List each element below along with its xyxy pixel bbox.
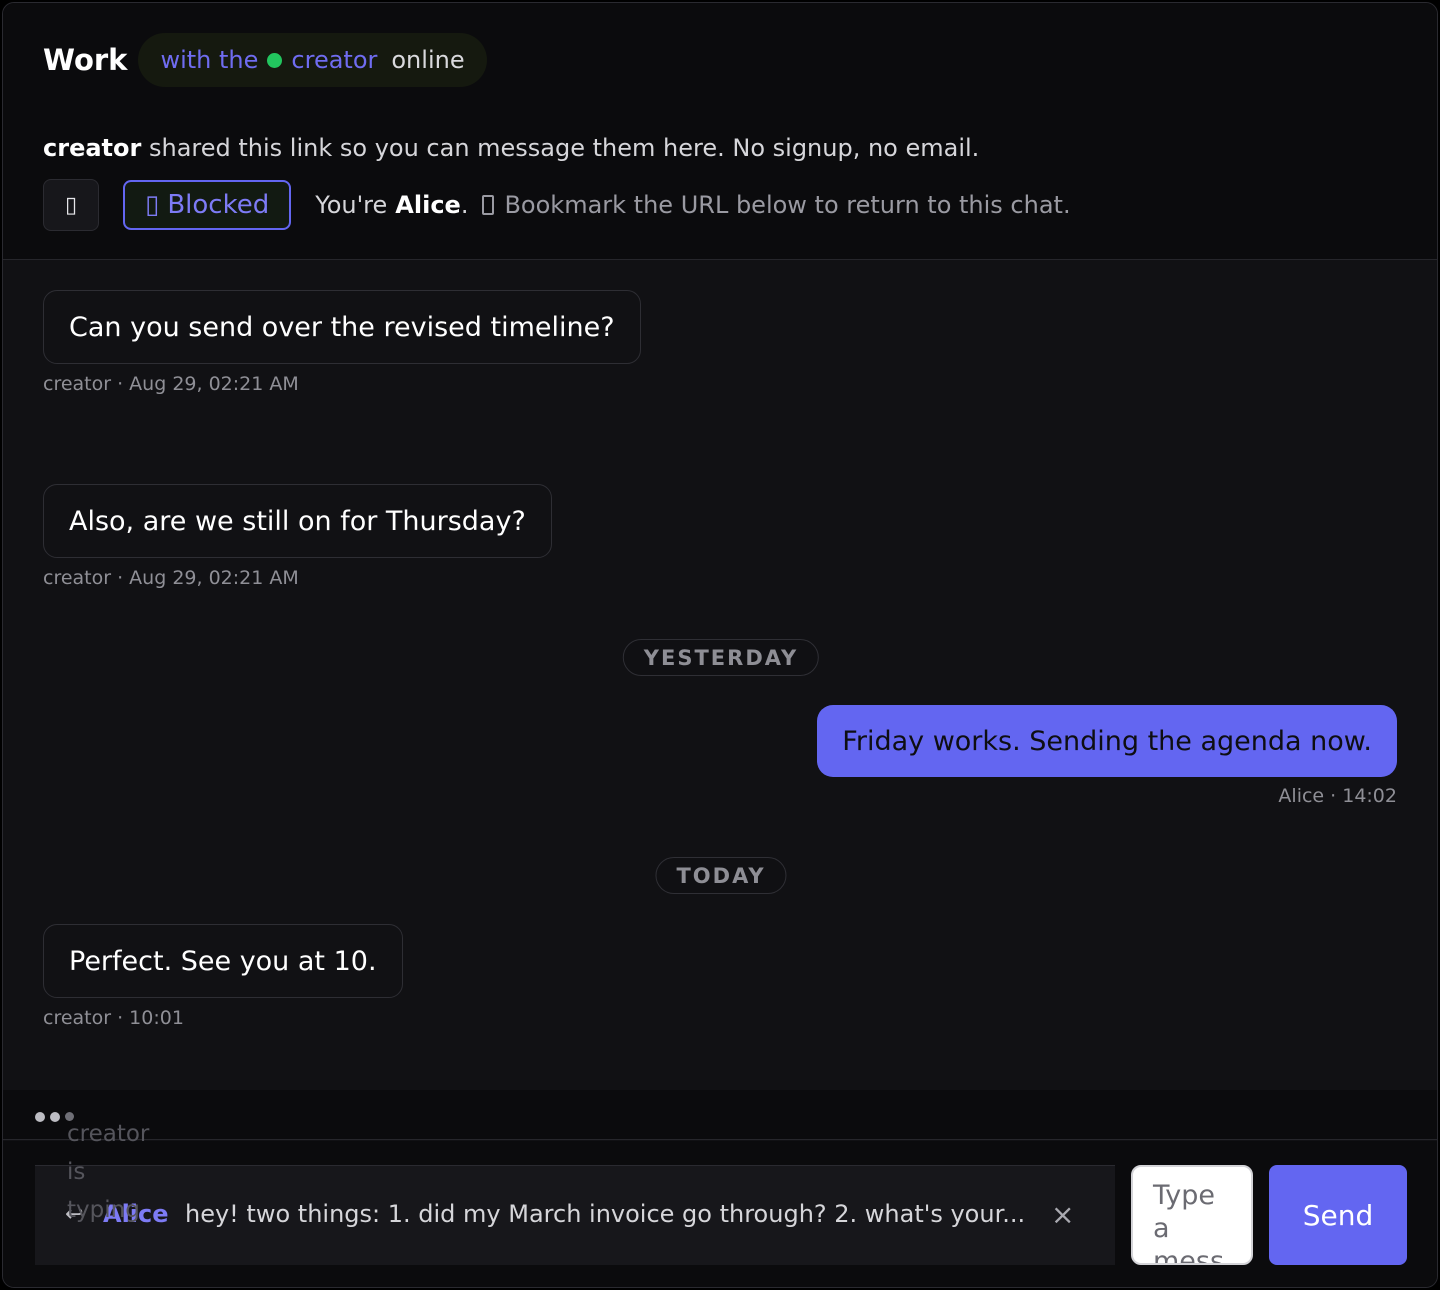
bookmark-icon (482, 195, 495, 215)
message-input[interactable] (1131, 1165, 1253, 1265)
close-reply-icon[interactable]: × (1051, 1198, 1074, 1231)
chat-window: Work with the creator online creator sha… (2, 2, 1438, 1288)
send-button[interactable]: Send (1269, 1165, 1407, 1265)
presence-status: online (391, 46, 465, 74)
reply-quote: hey! two things: 1. did my March invoice… (185, 1200, 1026, 1228)
title-row: Work with the creator online (43, 33, 487, 87)
chat-header: Work with the creator online creator sha… (3, 3, 1437, 260)
controls-row: ▯ ▯ Blocked You're Alice . Bookmark the … (43, 179, 1071, 231)
presence-badge: with the creator online (138, 33, 487, 87)
identity-suffix: . (460, 191, 469, 219)
online-dot-icon (267, 52, 283, 68)
presence-prefix: with the (160, 46, 259, 74)
block-icon: ▯ (145, 190, 160, 220)
menu-button[interactable]: ▯ (43, 179, 99, 231)
message-meta: creator · Aug 29, 02:21 AM (43, 373, 299, 395)
typing-indicator-bar (3, 1090, 1437, 1140)
message-bubble-incoming[interactable]: Can you send over the revised timeline? (43, 290, 641, 364)
identity-prefix: You're (315, 191, 388, 219)
reply-preview: ↩ Alice hey! two things: 1. did my March… (35, 1165, 1115, 1265)
identity-notice: You're Alice . Bookmark the URL below to… (315, 191, 1070, 219)
presence-name: creator (291, 46, 378, 74)
message-meta: creator · 10:01 (43, 1007, 184, 1029)
message-bubble-incoming[interactable]: Also, are we still on for Thursday? (43, 484, 552, 558)
identity-name: Alice (395, 191, 461, 219)
message-meta: Alice · 14:02 (1278, 785, 1397, 807)
message-bubble-outgoing[interactable]: Friday works. Sending the agenda now. (817, 705, 1397, 777)
bookmark-hint: Bookmark the URL below to return to this… (504, 191, 1071, 219)
missing-glyph-icon: ▯ (64, 192, 78, 218)
typing-status-text: creator is typing (67, 1121, 150, 1223)
message-meta: creator · Aug 29, 02:21 AM (43, 567, 299, 589)
intro-creator-name: creator (43, 134, 142, 162)
chat-title: Work (43, 43, 128, 77)
message-bubble-incoming[interactable]: Perfect. See you at 10. (43, 924, 403, 998)
intro-message: shared this link so you can message them… (148, 134, 980, 162)
intro-text: creator shared this link so you can mess… (43, 134, 979, 162)
blocked-button[interactable]: ▯ Blocked (123, 180, 292, 230)
day-separator-yesterday: YESTERDAY (622, 639, 820, 676)
day-separator-today: TODAY (655, 857, 787, 894)
blocked-label: Blocked (167, 190, 270, 220)
